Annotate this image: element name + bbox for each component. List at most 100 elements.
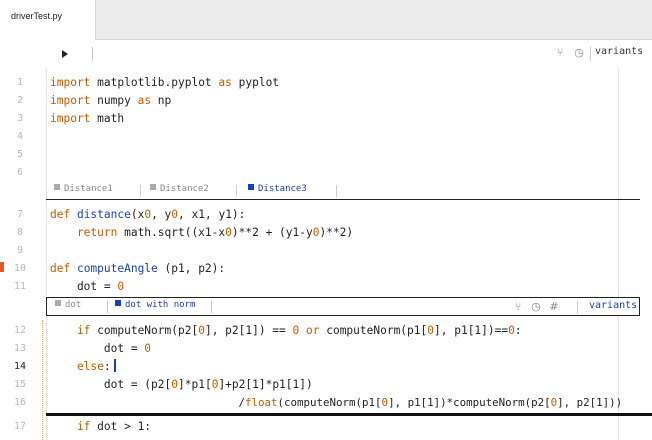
code-text: math	[90, 112, 125, 125]
keyword: as	[137, 94, 152, 107]
code-text: computeNorm(p1[	[319, 324, 428, 337]
code-text: :	[103, 360, 111, 373]
tab-divider	[211, 301, 212, 313]
number-literal: 0	[225, 226, 232, 239]
square-icon	[150, 184, 156, 190]
variant-tab-label: Distance2	[160, 184, 209, 194]
code-line[interactable]: 10 def computeAngle (p1, p2):	[0, 260, 652, 278]
code-line[interactable]: 1 import matplotlib.pyplot as pyplot	[0, 74, 652, 92]
text-cursor	[114, 359, 116, 372]
variant-tab-dot-with-norm[interactable]: dot with norm	[115, 300, 195, 310]
code-line[interactable]: 17 if dot > 1:	[0, 418, 652, 436]
variant-box-bottom-border	[46, 413, 652, 416]
line-number: 6	[16, 167, 24, 178]
keyword: return	[50, 226, 118, 239]
code-line[interactable]: 15 dot = (p2[0]*p1[0]+p2[1]*p1[1])	[0, 376, 652, 394]
line-number: 3	[16, 113, 24, 124]
code-line[interactable]: 8 return math.sqrt((x1-x0)**2 + (y1-y0)*…	[0, 224, 652, 242]
variant-tab-distance3[interactable]: Distance3	[248, 184, 307, 194]
number-literal: 0	[171, 378, 178, 391]
code-line[interactable]: 7 def distance(x0, y0, x1, y1):	[0, 206, 652, 224]
variants-button[interactable]: variants	[595, 46, 643, 57]
variant-tab-distance1[interactable]: Distance1	[54, 184, 113, 194]
code-text: /	[50, 396, 246, 409]
code-text: ], p1[1])==	[434, 324, 509, 337]
line-number: 8	[16, 227, 24, 238]
number-literal: 0	[198, 324, 205, 337]
keyword: if	[50, 324, 91, 337]
code-line[interactable]: 14 else:	[0, 358, 652, 376]
number-literal: 0	[117, 280, 125, 293]
line-number: 10	[13, 263, 27, 274]
code-line[interactable]: 13 dot = 0	[0, 340, 652, 358]
line-number: 7	[16, 209, 24, 220]
code-line[interactable]: 9	[0, 242, 652, 260]
line-number: 1	[16, 77, 24, 88]
code-text: :	[514, 324, 522, 337]
line-number: 12	[13, 325, 27, 336]
file-tab-label: driverTest.py	[11, 11, 63, 21]
tab-divider	[236, 185, 237, 197]
keyword: def	[50, 262, 77, 275]
square-icon	[55, 300, 61, 306]
code-text: dot =	[50, 342, 145, 355]
keyword: if	[50, 420, 91, 433]
number-literal: 0	[427, 324, 435, 337]
code-line[interactable]: 11 dot = 0	[0, 278, 652, 296]
code-line[interactable]: 12 if computeNorm(p2[0], p2[1]) == 0 or …	[0, 322, 652, 340]
toolbar-divider	[92, 47, 93, 61]
code-text: ], p1[1])*computeNorm(p2[	[388, 396, 551, 409]
function-name: distance	[76, 208, 131, 221]
code-text: , y	[151, 208, 172, 221]
code-line[interactable]: 3 import math	[0, 110, 652, 128]
variant-tab-label: Distance1	[64, 184, 113, 194]
hash-icon[interactable]: #	[547, 300, 561, 314]
function-name: computeAngle	[76, 262, 158, 275]
code-text: (x	[130, 208, 145, 221]
code-text: dot = (p2[	[50, 378, 172, 391]
square-icon	[54, 184, 60, 190]
code-line[interactable]: 6	[0, 164, 652, 182]
code-text: pyplot	[231, 76, 280, 89]
line-number: 4	[16, 131, 24, 142]
number-literal: 0	[144, 342, 152, 355]
code-line[interactable]: 2 import numpy as np	[0, 92, 652, 110]
file-tab[interactable]: driverTest.py	[0, 0, 96, 40]
code-text: ], p2[1]))	[557, 396, 623, 409]
code-text: numpy	[90, 94, 138, 107]
line-number: 15	[13, 379, 27, 390]
line-number: 11	[13, 281, 27, 292]
line-number: 16	[13, 397, 27, 408]
variant-tab-label: dot	[65, 300, 82, 310]
code-text: (computeNorm(p1[	[277, 396, 382, 409]
line-number: 5	[16, 149, 24, 160]
line-number: 2	[16, 95, 24, 106]
code-text: math.sqrt((x1-x	[117, 226, 226, 239]
variant-tab-distance2[interactable]: Distance2	[150, 184, 209, 194]
keyword: import	[50, 112, 91, 125]
history-icon[interactable]: ◷	[572, 46, 586, 60]
code-text: np	[151, 94, 172, 107]
tab-divider	[336, 185, 337, 197]
code-text: ]*p1[	[178, 378, 212, 391]
code-text: dot > 1:	[90, 420, 152, 433]
keyword: float	[245, 396, 278, 409]
line-number: 14	[13, 361, 27, 372]
branch-icon[interactable]: ⑂	[553, 46, 567, 60]
code-line[interactable]: 4	[0, 128, 652, 146]
code-text: , x1, y1):	[178, 208, 246, 221]
variant-tab-dot[interactable]: dot	[55, 300, 81, 310]
branch-icon[interactable]: ⑂	[511, 300, 525, 314]
tab-divider	[140, 185, 141, 197]
tab-bar: driverTest.py	[0, 0, 652, 40]
code-line[interactable]: 5	[0, 146, 652, 164]
code-line[interactable]: 16 /float(computeNorm(p1[0], p1[1])*comp…	[0, 394, 652, 412]
variants-button[interactable]: variants	[589, 300, 637, 311]
code-text: )**2 + (y1-y	[231, 226, 313, 239]
keyword: as	[218, 76, 232, 89]
keyword: def	[50, 208, 77, 221]
line-number: 9	[16, 245, 24, 256]
history-icon[interactable]: ◷	[529, 300, 543, 314]
keyword: else	[50, 360, 104, 373]
run-icon[interactable]	[60, 50, 70, 60]
